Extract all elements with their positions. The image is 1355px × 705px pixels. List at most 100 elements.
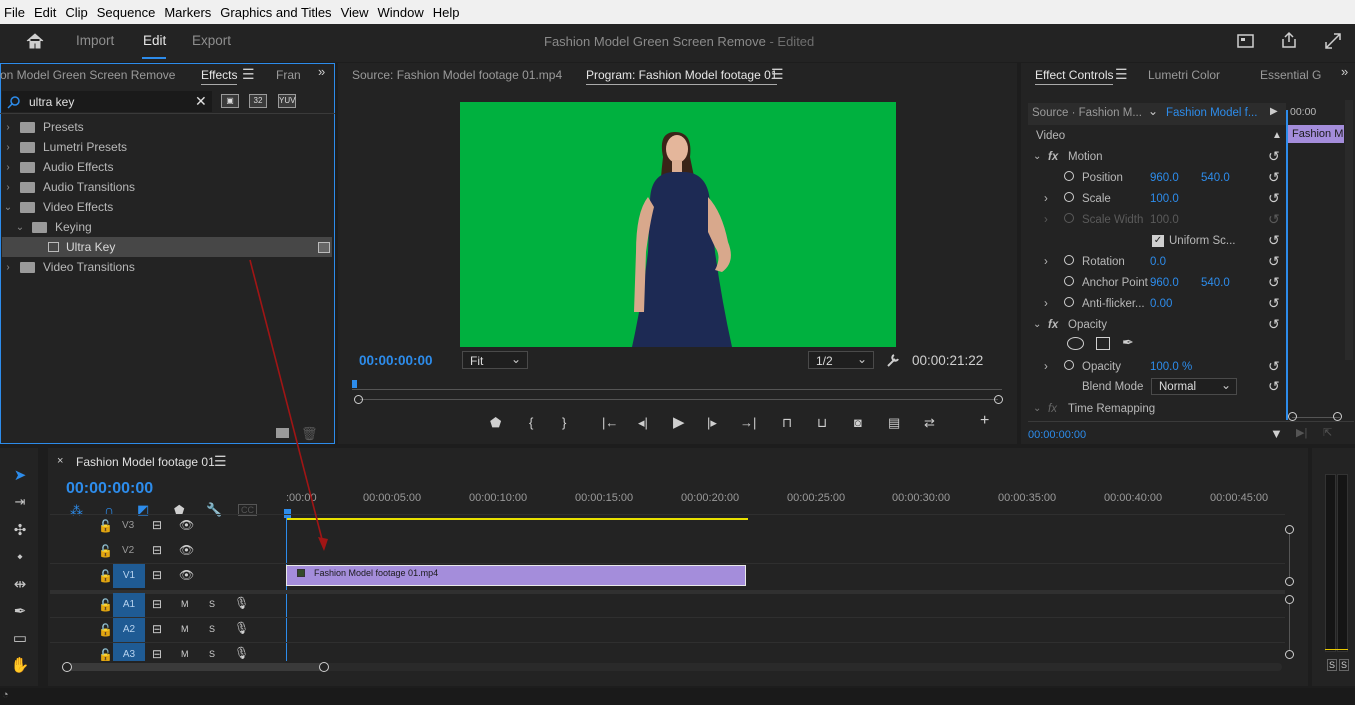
eye-icon[interactable]: 👁 [179,543,194,557]
mute-button[interactable]: M [181,649,189,659]
menu-sequence[interactable]: Sequence [93,5,161,20]
lock-icon[interactable]: 🔓 [98,598,113,612]
clip-selector[interactable]: Fashion Model f... [1166,107,1257,119]
stopwatch-icon[interactable] [1064,360,1074,370]
ellipse-mask-icon[interactable] [1067,337,1084,350]
tab-frame[interactable]: Fran [276,68,301,82]
motion-group[interactable]: ⌄ fx Motion ↺ [1028,146,1286,167]
v-scroll-handle[interactable] [1285,525,1294,534]
slip-tool-icon[interactable]: ⇹ [8,575,32,597]
v-scroll-handle[interactable] [1285,577,1294,586]
menu-markers[interactable]: Markers [160,5,216,20]
mark-out-icon[interactable]: } [562,415,566,430]
stopwatch-icon[interactable] [1064,255,1074,265]
ec-footer-timecode[interactable]: 00:00:00:00 [1028,429,1086,441]
lock-icon[interactable]: 🔓 [98,569,113,583]
track-label[interactable]: V3 [122,520,134,531]
panel-menu-icon[interactable]: ☰ [1115,66,1128,83]
menu-graphics[interactable]: Graphics and Titles [216,5,336,20]
go-to-out-icon[interactable]: →| [740,415,756,430]
collapse-up-icon[interactable]: ▲ [1272,130,1282,141]
tree-keying[interactable]: ⌄ Keying [2,217,332,237]
mute-button[interactable]: M [181,599,189,609]
reset-icon[interactable]: ↺ [1268,358,1280,375]
tab-effect-controls[interactable]: Effect Controls [1035,68,1114,85]
sync-lock-icon[interactable]: ⊟ [152,622,162,636]
play-icon[interactable]: ▶ [673,413,685,431]
32bit-effects-icon[interactable]: 32 [249,94,267,108]
chevron-right-icon[interactable]: › [1044,361,1048,373]
ec-scrollbar[interactable] [1345,100,1353,360]
eye-icon[interactable]: 👁 [179,568,194,582]
tree-audio-transitions[interactable]: › Audio Transitions [2,177,332,197]
h-scroll-handle-right[interactable] [319,662,329,672]
rectangle-tool-icon[interactable]: ▭ [8,629,32,651]
ripple-edit-tool-icon[interactable]: ✣ [8,521,32,543]
timeline-timecode[interactable]: 00:00:00:00 [66,480,153,498]
tree-audio-effects[interactable]: › Audio Effects [2,157,332,177]
anchor-y[interactable]: 540.0 [1201,277,1230,289]
reset-icon[interactable]: ↺ [1268,378,1280,395]
zoom-handle-left[interactable] [354,395,363,404]
stopwatch-icon[interactable] [1064,276,1074,286]
quick-export-icon[interactable] [1237,33,1255,49]
work-area-bar[interactable] [286,518,748,520]
zoom-handle-right[interactable] [1333,412,1342,421]
tab-lumetri-color[interactable]: Lumetri Color [1148,68,1220,82]
sync-lock-icon[interactable]: ⊟ [152,647,162,661]
sync-lock-icon[interactable]: ⊟ [152,597,162,611]
step-forward-icon[interactable]: |▸ [707,415,717,431]
chevron-right-icon[interactable]: › [1044,298,1048,310]
mark-in-icon[interactable]: { [529,415,533,430]
h-scroll-handle-left[interactable] [62,662,72,672]
lock-icon[interactable]: 🔓 [98,544,113,558]
sync-lock-icon[interactable]: ⊟ [152,518,162,532]
reset-icon[interactable]: ↺ [1268,316,1280,333]
fullscreen-icon[interactable] [1324,32,1342,50]
reset-icon[interactable]: ↺ [1268,148,1280,165]
play-only-audio-icon[interactable]: ▶ [1270,106,1278,117]
track-label[interactable]: A1 [113,593,145,617]
reset-icon[interactable]: ↺ [1268,232,1280,249]
track-label[interactable]: A2 [113,618,145,642]
solo-button[interactable]: S [209,649,215,659]
selection-tool-icon[interactable]: ➤ [8,466,32,488]
tab-essential-graphics[interactable]: Essential Gr [1260,68,1322,82]
overflow-tabs-icon[interactable]: » [318,64,325,79]
reset-icon[interactable]: ↺ [1268,253,1280,270]
blend-mode-select[interactable]: Normal ⌄ [1151,378,1237,395]
solo-left-button[interactable]: S [1327,659,1338,671]
mute-button[interactable]: M [181,624,189,634]
yuv-effects-icon[interactable]: YUV [278,94,296,108]
eye-icon[interactable]: 👁 [179,518,194,532]
menu-view[interactable]: View [337,5,374,20]
reset-icon[interactable]: ↺ [1268,274,1280,291]
menu-window[interactable]: Window [374,5,429,20]
chevron-right-icon[interactable]: › [1044,193,1048,205]
tab-effects[interactable]: Effects [201,68,238,85]
track-select-tool-icon[interactable]: ⇥ [8,494,32,516]
microphone-icon[interactable]: 🎙 [234,646,249,660]
playhead-timecode[interactable]: 00:00:00:00 [359,353,433,368]
pen-tool-icon[interactable]: ✒ [8,602,32,624]
a-scroll-handle[interactable] [1285,650,1294,659]
solo-right-button[interactable]: S [1339,659,1350,671]
video-clip[interactable]: Fashion Model footage 01.mp4 [286,565,746,586]
clear-search-icon[interactable]: ✕ [195,93,207,110]
chevron-down-icon[interactable]: ⌄ [1148,104,1158,118]
workspace-edit[interactable]: Edit [143,33,166,48]
ec-playhead[interactable] [1286,110,1288,420]
rotation-value[interactable]: 0.0 [1150,256,1166,268]
wrench-icon[interactable] [885,352,901,368]
lock-icon[interactable]: 🔓 [98,623,113,637]
menu-clip[interactable]: Clip [61,5,92,20]
search-value[interactable]: ultra key [29,95,74,109]
tree-presets[interactable]: › Presets [2,117,332,137]
overflow-tabs-icon[interactable]: » [1341,64,1348,79]
stopwatch-icon[interactable] [1064,297,1074,307]
zoom-handle-left[interactable] [1288,412,1297,421]
tab-program-monitor[interactable]: Program: Fashion Model footage 01 [586,68,778,85]
menu-help[interactable]: Help [429,5,465,20]
h-scroll-thumb[interactable] [67,663,325,671]
antiflicker-value[interactable]: 0.00 [1150,298,1172,310]
